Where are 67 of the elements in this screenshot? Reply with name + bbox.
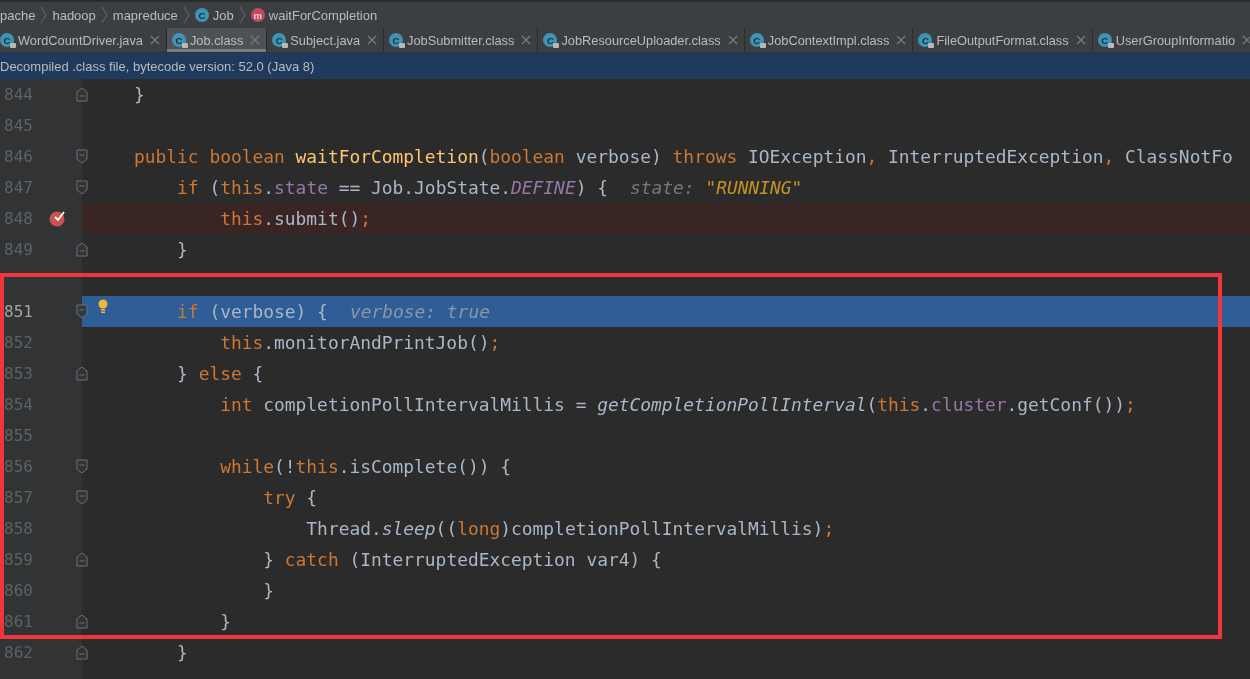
code-line: this.submit(); <box>219 208 371 229</box>
code-line: } else { <box>176 363 264 384</box>
close-icon <box>896 35 907 45</box>
close-icon <box>367 35 377 45</box>
class-icon: C <box>194 8 209 22</box>
editor-tab[interactable]: C JobResourceUploader.class <box>538 28 745 52</box>
breadcrumb-item[interactable]: Job <box>212 7 234 23</box>
close-icon <box>1242 35 1250 45</box>
fold-icon[interactable] <box>76 242 88 257</box>
breadcrumb-item[interactable]: pache <box>0 7 36 23</box>
chevron-icon <box>99 6 109 24</box>
editor-tab[interactable]: C FileOutputFormat.class <box>913 28 1093 52</box>
code-line: } <box>176 239 188 260</box>
fold-icon[interactable] <box>76 645 88 660</box>
fold-icon[interactable] <box>76 149 88 164</box>
breadcrumb-item[interactable]: mapreduce <box>112 7 178 23</box>
inline-value-hint: verbose: true <box>349 301 490 322</box>
editor-tab[interactable]: C JobContextImpl.class <box>744 28 914 52</box>
breadcrumb-item[interactable]: waitForCompletion <box>268 7 378 23</box>
fold-icon[interactable] <box>76 552 88 567</box>
editor-tab[interactable]: C Job.class <box>166 28 268 52</box>
inline-value-hint: state: "RUNNING" <box>630 177 803 198</box>
editor-tab[interactable]: C UserGroupInformatio <box>1092 28 1250 52</box>
lightbulb-icon[interactable] <box>98 299 108 313</box>
class-icon: C <box>389 33 403 47</box>
code-line: int completionPollIntervalMillis = getCompletionPollInterval(this.cluster.getConf()); <box>219 394 1136 415</box>
chevron-icon <box>39 6 49 24</box>
code-line: Thread.sleep((long)completionPollIntervalMillis); <box>305 518 835 539</box>
chevron-icon <box>237 6 247 24</box>
breadcrumb-item[interactable]: hadoop <box>52 7 96 23</box>
code-line: while(!this.isComplete()) { <box>219 456 511 477</box>
class-icon: C <box>171 33 186 47</box>
class-icon: C <box>918 33 933 47</box>
banner-text: Decompiled .class file, bytecode version: 52.0 (Java 8) <box>0 58 315 74</box>
code-line: public boolean waitForCompletion(boolean verbose) throws IOException, InterruptedException, ClassNotFo <box>134 146 1233 167</box>
method-icon: m <box>250 8 265 22</box>
fold-icon[interactable] <box>76 366 88 381</box>
close-icon <box>1075 35 1086 45</box>
close-icon <box>250 35 261 45</box>
fold-icon[interactable] <box>76 87 88 102</box>
code-line: this.monitorAndPrintJob(); <box>219 332 501 353</box>
editor-tab[interactable]: C Subject.java <box>267 28 384 52</box>
class-icon: C <box>1097 33 1112 47</box>
close-icon <box>727 35 738 45</box>
code-line: try { <box>262 487 318 508</box>
code-line: } <box>134 84 145 105</box>
code-line: } <box>219 611 231 632</box>
fold-icon[interactable] <box>76 490 88 505</box>
line-number: 851 <box>3 301 33 323</box>
fold-icon[interactable] <box>76 304 88 319</box>
close-icon <box>521 35 532 45</box>
code-line: if (verbose) { <box>176 301 328 322</box>
class-icon: C <box>749 33 764 47</box>
fold-icon[interactable] <box>76 614 88 629</box>
code-line: } catch (InterruptedException var4) { <box>262 549 662 570</box>
editor-tab[interactable]: C WordCountDriver.java <box>0 28 167 52</box>
code-line: } <box>262 580 275 601</box>
editor-tab[interactable]: C JobSubmitter.class <box>384 28 539 52</box>
class-icon: C <box>0 33 14 47</box>
close-icon <box>149 35 160 45</box>
code-line: if (this.state == Job.JobState.DEFINE) { <box>176 177 608 198</box>
class-icon: C <box>272 33 287 47</box>
code-line: } <box>176 642 188 663</box>
fold-icon[interactable] <box>76 459 88 474</box>
chevron-icon <box>181 6 191 24</box>
class-icon: C <box>543 33 558 47</box>
fold-icon[interactable] <box>76 180 88 195</box>
